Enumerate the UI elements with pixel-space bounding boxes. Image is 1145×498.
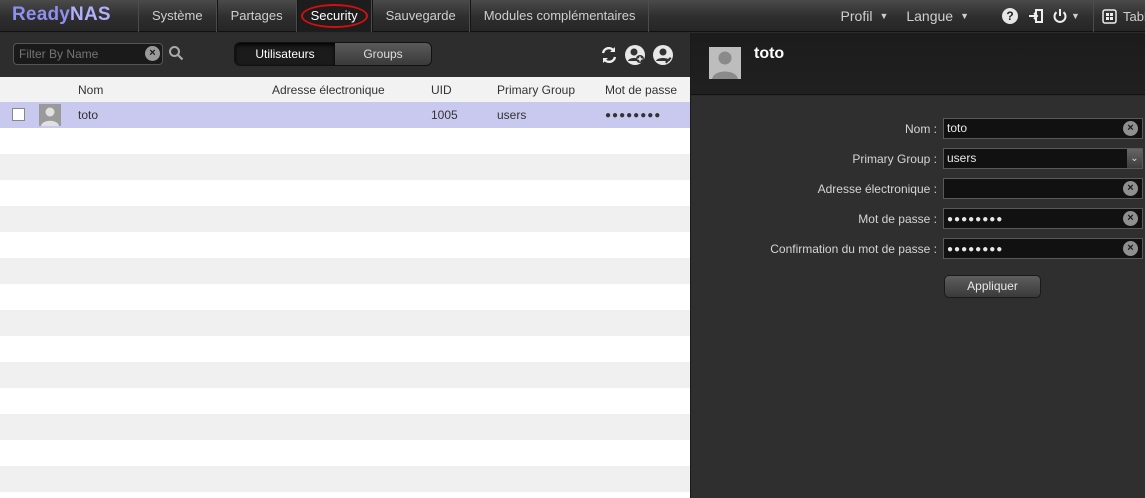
empty-row xyxy=(0,336,690,362)
col-primary-group[interactable]: Primary Group xyxy=(497,83,575,97)
nom-value: toto xyxy=(947,121,968,135)
empty-row xyxy=(0,284,690,310)
logout-button[interactable] xyxy=(1023,0,1049,32)
main-nav: Système Partages Security Sauvegarde Mod… xyxy=(138,0,650,32)
clear-icon[interactable]: × xyxy=(1123,241,1138,256)
empty-row xyxy=(0,258,690,284)
nav-sauvegarde[interactable]: Sauvegarde xyxy=(371,0,470,32)
caret-down-icon: ▼ xyxy=(960,11,969,21)
empty-row xyxy=(0,440,690,466)
help-icon: ? xyxy=(1002,8,1018,24)
empty-row xyxy=(0,414,690,440)
tab-utilisateurs[interactable]: Utilisateurs xyxy=(235,43,335,65)
search-icon[interactable] xyxy=(168,45,184,61)
empty-row xyxy=(0,466,690,492)
empty-row xyxy=(0,232,690,258)
clear-icon[interactable]: × xyxy=(1123,121,1138,136)
nom-field[interactable]: toto × xyxy=(943,118,1143,139)
empty-row xyxy=(0,128,690,154)
label-nom: Nom : xyxy=(904,122,937,136)
primary-group-select[interactable]: users ⌄ xyxy=(943,148,1143,169)
user-group-toggle: Utilisateurs Groups xyxy=(234,42,432,66)
empty-row xyxy=(0,206,690,232)
detail-header: toto xyxy=(691,33,1145,95)
langue-menu[interactable]: Langue ▼ xyxy=(906,8,969,24)
detail-title: toto xyxy=(754,45,785,62)
clear-icon[interactable]: × xyxy=(145,46,160,61)
chevron-down-icon[interactable]: ⌄ xyxy=(1127,149,1142,168)
langue-label: Langue xyxy=(906,8,954,24)
clear-icon[interactable]: × xyxy=(1123,211,1138,226)
empty-row xyxy=(0,180,690,206)
primary-group-value: users xyxy=(947,151,977,165)
add-user-icon[interactable] xyxy=(624,44,646,66)
nav-modules[interactable]: Modules complémentaires xyxy=(469,0,650,32)
label-primary-group: Primary Group : xyxy=(852,152,937,166)
col-password[interactable]: Mot de passe xyxy=(605,83,677,97)
power-menu[interactable]: ▼ xyxy=(1049,0,1083,32)
right-nav: Profil ▼ Langue ▼ ? ▼ Tableau de bord xyxy=(841,0,1145,32)
nav-partages[interactable]: Partages xyxy=(216,0,297,32)
password-field[interactable]: ●●●●●●●● × xyxy=(943,208,1143,229)
label-confirm-password: Confirmation du mot de passe : xyxy=(770,242,937,256)
user-avatar-icon xyxy=(709,47,741,79)
filter-input[interactable] xyxy=(13,43,163,65)
label-email: Adresse électronique : xyxy=(817,182,937,196)
highlight-ring xyxy=(300,4,368,28)
col-email[interactable]: Adresse électronique xyxy=(272,83,385,97)
readynas-logo[interactable]: ReadyNAS xyxy=(12,4,111,26)
refresh-icon[interactable] xyxy=(598,44,620,66)
nav-security[interactable]: Security xyxy=(296,0,372,32)
label-password: Mot de passe : xyxy=(858,212,937,226)
caret-down-icon: ▼ xyxy=(1071,11,1080,21)
table-row[interactable]: toto 1005 users ●●●●●●●● xyxy=(0,102,690,128)
nav-systeme[interactable]: Système xyxy=(138,0,217,32)
col-uid[interactable]: UID xyxy=(431,83,452,97)
dashboard-button[interactable]: Tableau de bord xyxy=(1102,9,1145,24)
empty-row xyxy=(0,362,690,388)
user-edit-form: Nom : toto × Primary Group : users ⌄ Adr… xyxy=(691,96,1145,498)
empty-row xyxy=(0,492,690,498)
empty-row xyxy=(0,154,690,180)
table-body: toto 1005 users ●●●●●●●● xyxy=(0,102,690,498)
divider xyxy=(1093,0,1094,32)
cell-nom: toto xyxy=(78,108,99,122)
power-icon xyxy=(1053,9,1067,23)
logout-icon xyxy=(1029,9,1043,23)
clear-icon[interactable]: × xyxy=(1123,181,1138,196)
confirm-password-value: ●●●●●●●● xyxy=(947,244,1004,255)
cell-group: users xyxy=(497,108,527,122)
help-button[interactable]: ? xyxy=(997,0,1023,32)
password-value: ●●●●●●●● xyxy=(947,214,1004,225)
user-avatar-icon xyxy=(39,104,61,126)
cell-uid: 1005 xyxy=(431,108,458,122)
profil-menu[interactable]: Profil ▼ xyxy=(841,8,889,24)
users-table: Nom Adresse électronique UID Primary Gro… xyxy=(0,77,690,498)
caret-down-icon: ▼ xyxy=(879,11,889,21)
email-field[interactable]: × xyxy=(943,178,1143,199)
apply-button[interactable]: Appliquer xyxy=(944,275,1041,298)
empty-row xyxy=(0,388,690,414)
dashboard-icon xyxy=(1102,8,1117,24)
table-header: Nom Adresse électronique UID Primary Gro… xyxy=(0,77,690,102)
top-nav-bar: ReadyNAS Système Partages Security Sauve… xyxy=(0,0,1145,32)
row-checkbox[interactable] xyxy=(12,108,25,121)
col-nom[interactable]: Nom xyxy=(78,83,103,97)
confirm-password-field[interactable]: ●●●●●●●● × xyxy=(943,238,1143,259)
cell-password: ●●●●●●●● xyxy=(605,110,662,121)
list-toolbar: × Utilisateurs Groups xyxy=(0,33,690,77)
empty-row xyxy=(0,310,690,336)
edit-user-icon[interactable] xyxy=(652,44,674,66)
profil-label: Profil xyxy=(840,8,873,24)
dashboard-label: Tableau de bord xyxy=(1123,8,1145,24)
tab-groups[interactable]: Groups xyxy=(335,43,431,65)
